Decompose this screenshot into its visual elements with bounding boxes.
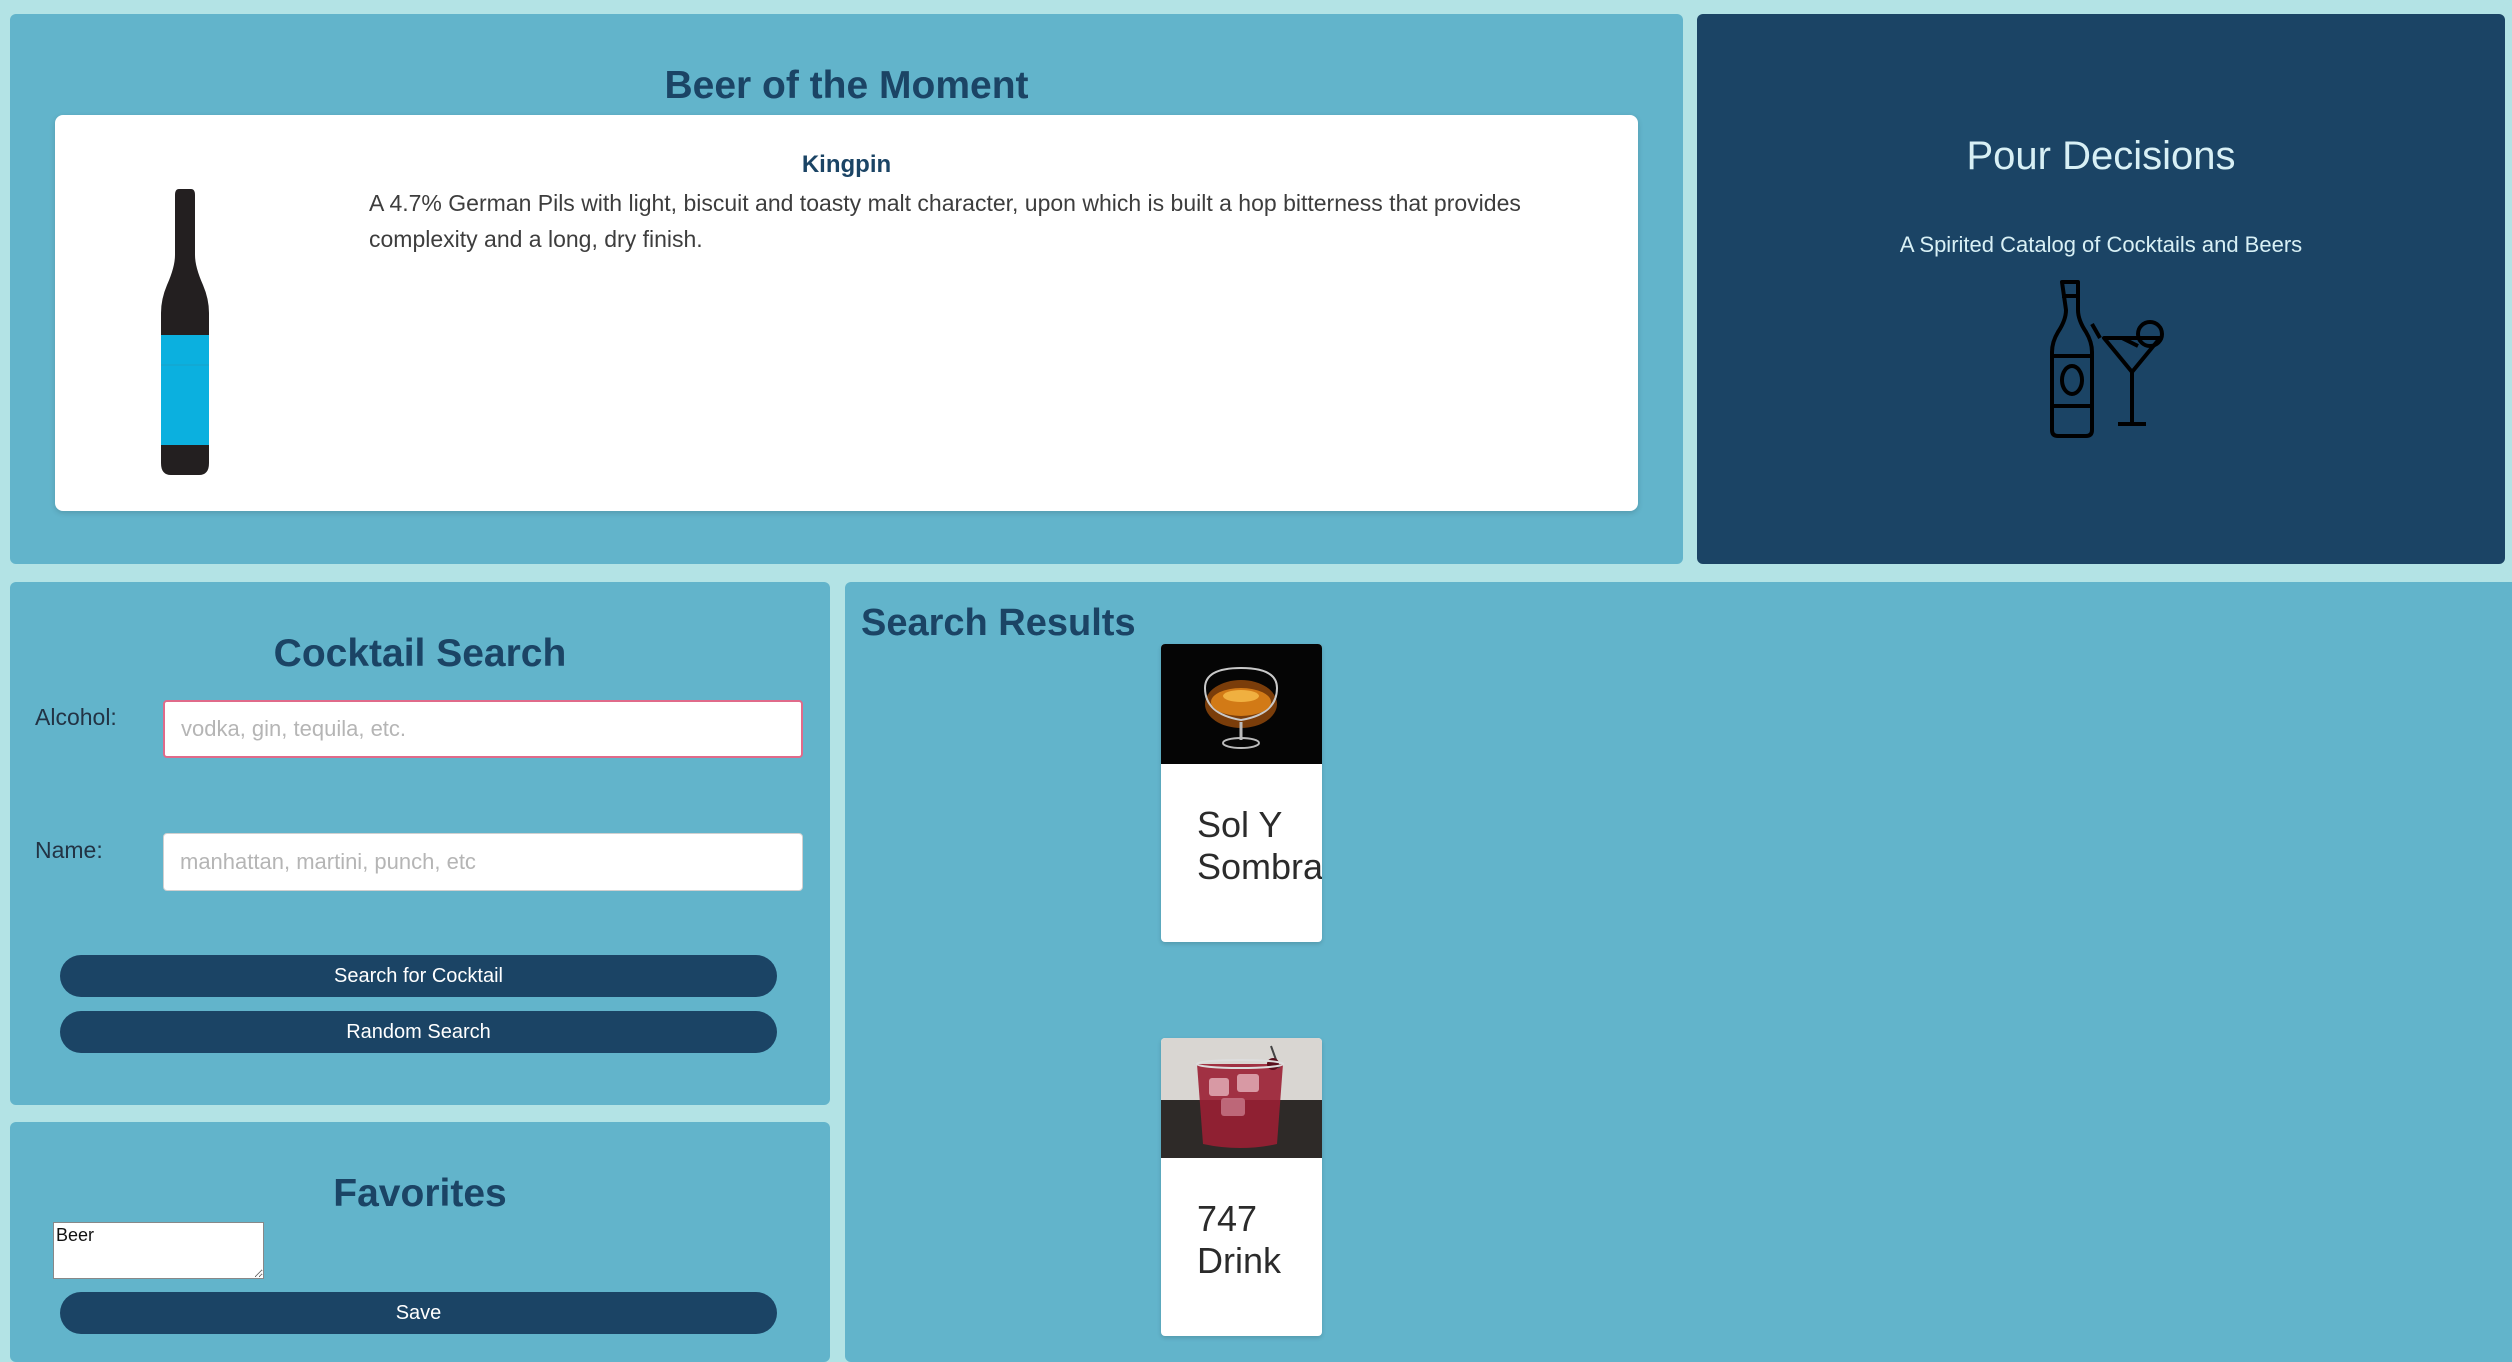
- search-results-heading: Search Results: [861, 602, 1136, 644]
- result-card[interactable]: 747 Drink: [1161, 1038, 1322, 1336]
- beer-card: Kingpin A 4.7% German Pils with light, b…: [55, 115, 1638, 511]
- save-button[interactable]: Save: [60, 1292, 777, 1334]
- beer-of-the-moment-panel: Beer of the Moment Kingpin A 4.7% German…: [10, 14, 1683, 564]
- red-drink-rocks-glass-photo: [1161, 1038, 1322, 1158]
- result-card[interactable]: Sol Y Sombra: [1161, 644, 1322, 942]
- favorites-textarea[interactable]: [53, 1222, 264, 1279]
- search-results-panel: Search Results Sol Y Sombra 747 Drink: [845, 582, 2512, 1362]
- cocktail-search-panel: Cocktail Search Alcohol: Name: Search fo…: [10, 582, 830, 1105]
- result-name: 747 Drink: [1197, 1198, 1282, 1281]
- favorites-panel: Favorites Save: [10, 1122, 830, 1362]
- beer-bottle-icon: [161, 189, 209, 475]
- name-label: Name:: [35, 837, 103, 863]
- site-title: Pour Decisions: [1966, 134, 2236, 178]
- beer-heading: Beer of the Moment: [664, 64, 1029, 107]
- random-search-button[interactable]: Random Search: [60, 1011, 777, 1053]
- beer-name: Kingpin: [801, 151, 892, 178]
- name-input[interactable]: [163, 833, 803, 891]
- result-name: Sol Y Sombra: [1197, 804, 1322, 887]
- brandy-snifter-photo: [1161, 644, 1322, 764]
- bottle-and-cocktail-glass-icon: [2050, 280, 2164, 438]
- cocktail-search-heading: Cocktail Search: [273, 632, 567, 675]
- favorites-heading: Favorites: [333, 1172, 507, 1215]
- search-for-cocktail-button[interactable]: Search for Cocktail: [60, 955, 777, 997]
- beer-description: A 4.7% German Pils with light, biscuit a…: [369, 190, 1521, 252]
- brand-panel: Pour Decisions A Spirited Catalog of Coc…: [1697, 14, 2505, 564]
- alcohol-label: Alcohol:: [35, 704, 117, 730]
- alcohol-input[interactable]: [163, 700, 803, 758]
- site-subtitle: A Spirited Catalog of Cocktails and Beer…: [1899, 232, 2303, 257]
